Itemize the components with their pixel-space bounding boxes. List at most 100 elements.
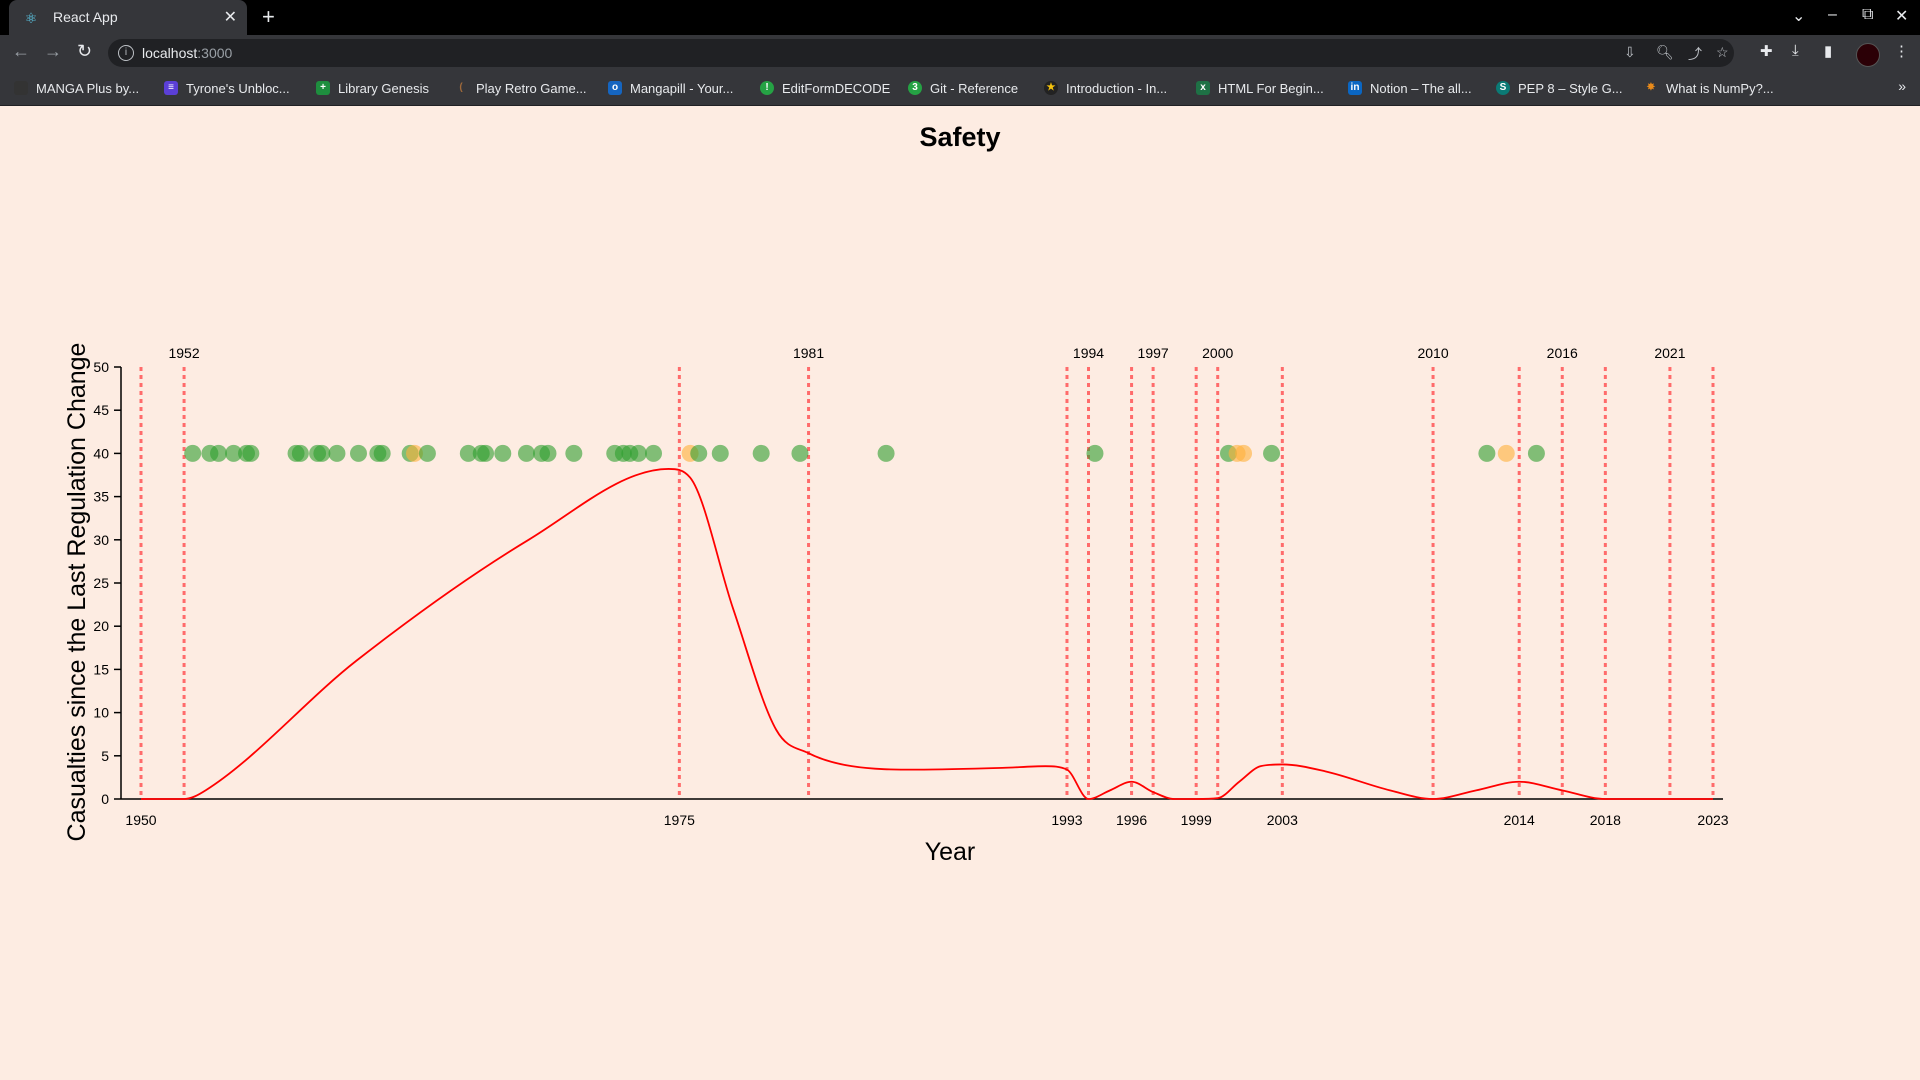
incident-point[interactable]	[517, 444, 535, 462]
introduction-icon: ★	[1044, 81, 1058, 95]
bookmark-git-reference[interactable]: 3 Git - Reference	[908, 79, 1018, 97]
incident-point[interactable]	[184, 444, 202, 462]
incident-point[interactable]	[791, 444, 809, 462]
incident-point[interactable]	[877, 444, 895, 462]
x-tick-label: 1975	[664, 812, 695, 828]
y-tick-label: 30	[93, 532, 109, 548]
address-bar[interactable]: i localhost:3000 ⇩ 🔍︎ ⤴ ☆	[108, 39, 1734, 67]
tab-react-app[interactable]: ⚛ React App ✕	[9, 0, 247, 35]
bookmark-tyrone[interactable]: ≡ Tyrone's Unbloc...	[164, 79, 290, 97]
side-panel-icon[interactable]: ▮	[1824, 42, 1832, 60]
incident-point[interactable]	[291, 444, 309, 462]
incident-points	[184, 444, 1545, 462]
profile-avatar[interactable]	[1856, 43, 1880, 67]
incident-point[interactable]	[210, 444, 228, 462]
incident-point[interactable]	[1263, 444, 1281, 462]
x-top-label: 2010	[1417, 345, 1448, 361]
incident-point[interactable]	[373, 444, 391, 462]
bookmark-manga-plus[interactable]: MANGA Plus by...	[14, 79, 139, 97]
bookmark-star-icon[interactable]: ☆	[1716, 44, 1729, 61]
library-genesis-icon: +	[316, 81, 330, 95]
pep8-icon: S	[1496, 81, 1510, 95]
back-icon[interactable]: ←	[12, 41, 30, 62]
url-port: :3000	[197, 45, 233, 61]
x-top-label: 2016	[1547, 345, 1578, 361]
y-axis-title: Casualties since the Last Regulation Cha…	[63, 343, 91, 842]
y-tick-label: 25	[93, 575, 109, 591]
downloads-icon[interactable]: ⤓	[1792, 42, 1799, 59]
forward-icon[interactable]: →	[44, 41, 62, 62]
incident-point[interactable]	[1478, 444, 1496, 462]
incident-point[interactable]	[1527, 444, 1545, 462]
menu-icon[interactable]: ⋮	[1894, 42, 1909, 60]
x-tick-label: 2014	[1504, 812, 1535, 828]
extensions-icon[interactable]: ✚	[1760, 42, 1773, 60]
url-host: localhost	[142, 45, 198, 61]
incident-point[interactable]	[1235, 444, 1253, 462]
y-tick-label: 10	[93, 705, 109, 721]
x-tick-label: 2023	[1697, 812, 1728, 828]
bookmark-html-beginners[interactable]: x HTML For Begin...	[1196, 79, 1324, 97]
incident-point[interactable]	[349, 444, 367, 462]
site-info-icon[interactable]: i	[118, 45, 134, 61]
bookmark-label: Library Genesis	[338, 80, 430, 96]
incident-point[interactable]	[494, 444, 512, 462]
zoom-icon[interactable]: 🔍︎	[1656, 44, 1674, 61]
restore-icon[interactable]: ⧉	[1862, 6, 1873, 24]
bookmark-label: Mangapill - Your...	[630, 80, 734, 96]
close-window-icon[interactable]: ✕	[1895, 6, 1908, 26]
incident-point[interactable]	[1086, 444, 1104, 462]
react-icon: ⚛	[24, 10, 38, 26]
incident-point[interactable]	[477, 444, 495, 462]
bookmark-retro-games[interactable]: (Play Retro Game...	[454, 79, 587, 97]
y-tick-label: 0	[101, 791, 109, 807]
bookmark-pep8[interactable]: S PEP 8 – Style G...	[1496, 79, 1623, 97]
incident-point[interactable]	[711, 444, 729, 462]
x-tick-label: 2018	[1590, 812, 1621, 828]
share-icon[interactable]: ⤴	[1688, 44, 1702, 64]
casualties-curve	[140, 468, 1713, 800]
bookmark-library-genesis[interactable]: + Library Genesis	[316, 79, 429, 97]
url-text[interactable]: localhost:3000	[142, 45, 232, 61]
x-axis-title: Year	[925, 838, 976, 866]
bookmark-notion[interactable]: in Notion – The all...	[1348, 79, 1472, 97]
y-tick-label: 20	[93, 618, 109, 634]
y-tick-label: 35	[93, 489, 109, 505]
minimize-icon[interactable]: –	[1828, 6, 1837, 24]
incident-point[interactable]	[752, 444, 770, 462]
editform-icon: !	[760, 81, 774, 95]
reload-icon[interactable]: ↻	[77, 41, 92, 62]
bookmark-introduction[interactable]: ★ Introduction - In...	[1044, 79, 1167, 97]
incident-point[interactable]	[418, 444, 436, 462]
bookmark-mangapill[interactable]: o Mangapill - Your...	[608, 79, 733, 97]
x-top-label: 2021	[1654, 345, 1685, 361]
bookmark-label: Tyrone's Unbloc...	[186, 80, 290, 96]
bookmark-label: Notion – The all...	[1370, 80, 1472, 96]
bookmark-editform[interactable]: ! EditFormDECODE	[760, 79, 890, 97]
bookmark-label: Play Retro Game...	[476, 80, 587, 96]
new-tab-icon[interactable]: +	[262, 4, 275, 30]
incident-point[interactable]	[242, 444, 260, 462]
incident-point[interactable]	[690, 444, 708, 462]
mangapill-icon: o	[608, 81, 622, 95]
bookmark-label: EditFormDECODE	[782, 80, 891, 96]
incident-point[interactable]	[565, 444, 583, 462]
bookmark-label: HTML For Begin...	[1218, 80, 1324, 96]
more-bookmarks-icon[interactable]: »	[1898, 78, 1906, 94]
x-tick-label: 2003	[1267, 812, 1298, 828]
close-tab-icon[interactable]: ✕	[224, 7, 237, 27]
bookmark-label: PEP 8 – Style G...	[1518, 80, 1623, 96]
bookmark-numpy[interactable]: ✸ What is NumPy?...	[1644, 79, 1774, 97]
incident-point[interactable]	[313, 444, 331, 462]
tab-bar: ⚛ React App ✕ + ⌄ – ⧉ ✕	[0, 0, 1920, 35]
tab-search-icon[interactable]: ⌄	[1792, 6, 1805, 26]
incident-point[interactable]	[629, 444, 647, 462]
manga-plus-icon	[14, 81, 28, 95]
incident-point[interactable]	[328, 444, 346, 462]
x-axis: 1950 1975 1993 1996 1999 2003 2014 2018 2023	[121, 798, 1729, 828]
incident-point[interactable]	[1497, 444, 1515, 462]
incident-point[interactable]	[645, 444, 663, 462]
install-app-icon[interactable]: ⇩	[1624, 44, 1636, 61]
incident-point[interactable]	[539, 444, 557, 462]
bookmark-label: Git - Reference	[930, 80, 1019, 96]
